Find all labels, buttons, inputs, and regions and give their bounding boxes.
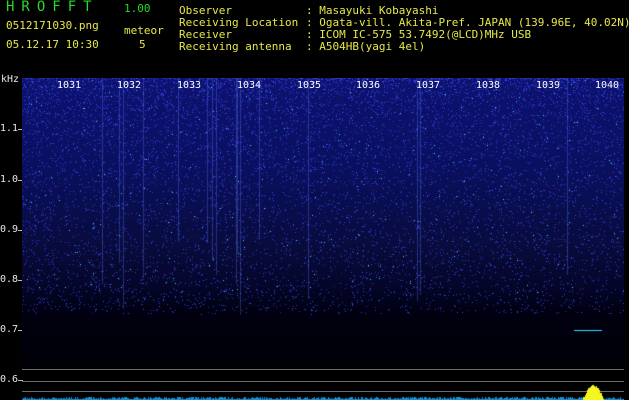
info-value-antenna: : A504HB(yagi 4el) [306,40,426,53]
minute-label-1039: 1039 [536,80,561,91]
y-tick-0-9: 0.9 [0,224,19,235]
app-version: 1.00 [124,2,151,15]
spectrogram [22,78,624,366]
minute-label-1037: 1037 [416,80,441,91]
meteor-count: 5 [139,38,146,51]
y-tick-0-7: 0.7 [0,324,19,335]
level-guide-line [22,369,624,370]
y-tick-0-8: 0.8 [0,274,19,285]
minute-label-1034: 1034 [237,80,262,91]
y-tick-1-0: 1.0 [0,174,19,185]
app-title: HROFFT [6,0,99,15]
y-tick-0-6: 0.6 [0,374,19,385]
y-tick-1-1: 1.1 [0,123,19,134]
minute-label-1036: 1036 [356,80,381,91]
minute-label-1032: 1032 [117,80,142,91]
minute-label-1038: 1038 [476,80,501,91]
minute-label-1035: 1035 [297,80,322,91]
y-axis-unit: kHz [1,74,20,85]
minute-label-1040: 1040 [595,80,620,91]
observation-datetime: 05.12.17 10:30 [6,38,99,51]
minute-label-1031: 1031 [57,80,82,91]
spectrogram-noise [22,78,624,366]
signal-level-trace [22,376,624,400]
hrofft-window: HROFFT 1.00 0512171030.png 05.12.17 10:3… [0,0,629,400]
minute-label-1033: 1033 [177,80,202,91]
info-key-antenna: Receiving antenna [179,40,292,53]
image-filename: 0512171030.png [6,19,99,32]
meteor-label: meteor [124,24,164,37]
